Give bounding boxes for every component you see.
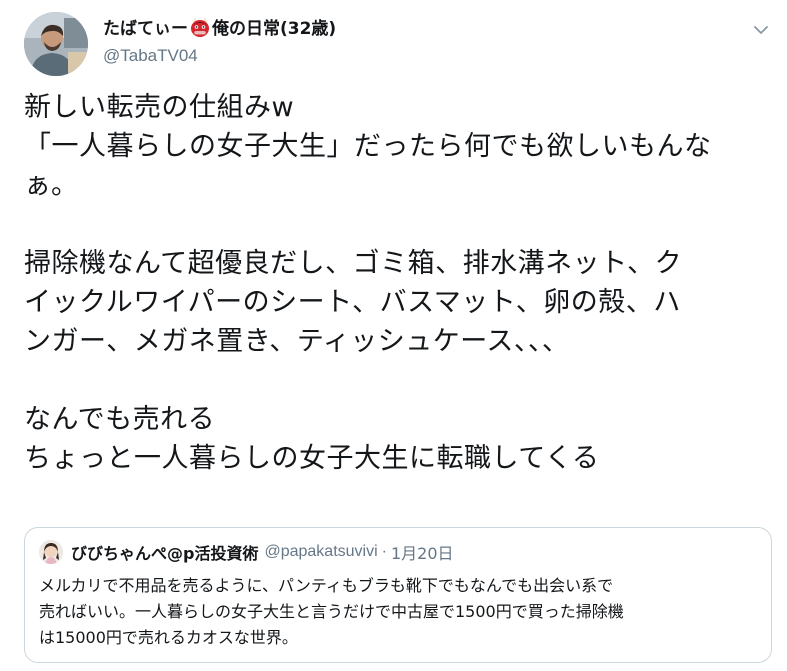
- chevron-down-icon[interactable]: [751, 20, 771, 40]
- quoted-separator: ·: [381, 543, 387, 560]
- quoted-date: 1月20日: [390, 544, 454, 563]
- author-avatar[interactable]: [24, 12, 88, 76]
- quoted-tweet[interactable]: びびちゃんぺ@p活投資術 @papakatsuvivi · 1月20日 メルカリ…: [24, 527, 772, 663]
- ogre-emoji-icon: [189, 16, 211, 38]
- author-block: たばてぃー 俺の日常(32歳) @TabaTV04: [103, 16, 336, 68]
- quoted-tweet-text: メルカリで不用品を売るように、パンティもブラも靴下でもなんでも出会い系で 売れば…: [39, 576, 624, 647]
- quoted-author-avatar: [39, 540, 63, 564]
- tweet-text: 新しい転売の仕組みw 「一人暮らしの女子大生」だったら何でも欲しいもんな ぁ。 …: [24, 92, 712, 474]
- author-name-suffix: 俺の日常(32歳): [212, 19, 337, 39]
- quoted-tweet-header: びびちゃんぺ@p活投資術 @papakatsuvivi · 1月20日: [39, 540, 454, 564]
- quoted-author-name: びびちゃんぺ@p活投資術: [71, 544, 259, 563]
- quoted-author-handle: @papakatsuvivi: [264, 543, 378, 560]
- author-name-prefix: たばてぃー: [103, 19, 188, 39]
- author-display-name[interactable]: たばてぃー 俺の日常(32歳): [103, 16, 336, 41]
- tweet-card: たばてぃー 俺の日常(32歳) @TabaTV04 新しい転売の仕組みw 「一人…: [0, 0, 787, 671]
- author-handle[interactable]: @TabaTV04: [103, 44, 336, 68]
